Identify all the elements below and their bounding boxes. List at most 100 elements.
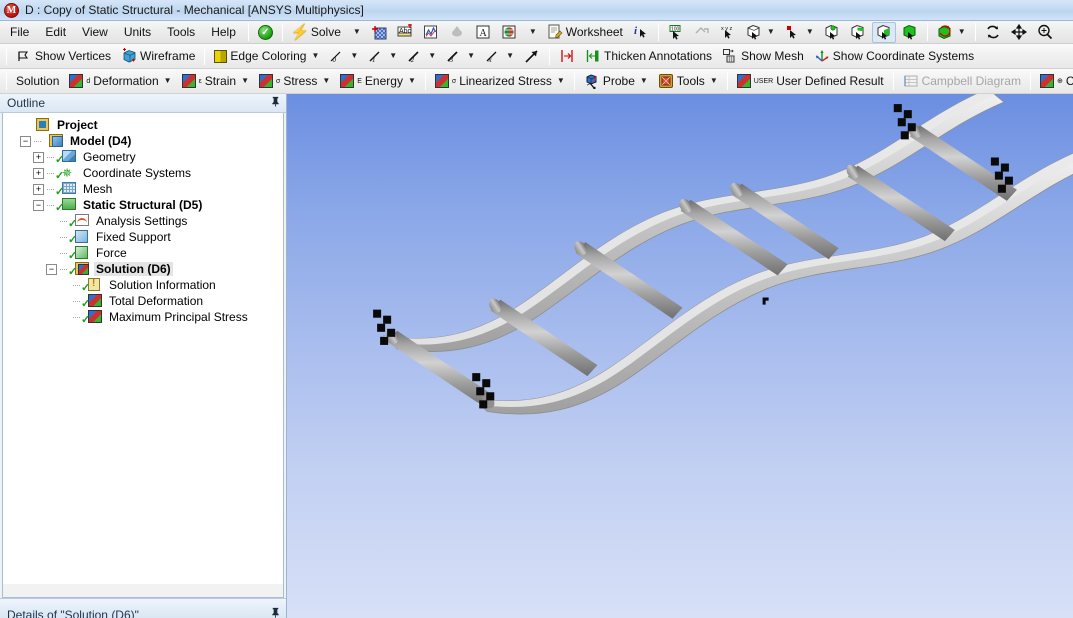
wireframe-button[interactable]: Wireframe bbox=[117, 46, 199, 67]
svg-text:i: i bbox=[634, 25, 638, 37]
new-chart-button[interactable] bbox=[419, 22, 443, 43]
edge-thickness-1-button[interactable]: 1 ▼ bbox=[364, 46, 401, 67]
edge-thickness-2-button[interactable]: 2 ▼ bbox=[403, 46, 440, 67]
edge-coloring-button[interactable]: Edge Coloring ▼ bbox=[210, 46, 323, 67]
tree-item-analysis-settings[interactable]: ···· ✓ Analysis Settings bbox=[3, 213, 283, 230]
tree-collapse-toggle[interactable]: − bbox=[20, 135, 31, 147]
coordinate-systems-icon: ✵ bbox=[62, 166, 78, 180]
result-icon bbox=[88, 310, 104, 324]
linearized-subscript: σ bbox=[451, 77, 457, 85]
image-capture-button[interactable] bbox=[497, 22, 521, 43]
select-by-id-button[interactable]: 100 bbox=[664, 22, 688, 43]
outline-title: Outline bbox=[7, 96, 46, 110]
probe-button[interactable]: Probe ▼ bbox=[580, 71, 652, 92]
tools-button[interactable]: Tools ▼ bbox=[654, 71, 722, 92]
show-mesh-label: Show Mesh bbox=[741, 49, 804, 63]
tree-item-solution-information[interactable]: ····✓ Solution Information bbox=[3, 277, 283, 294]
tree-item-label: Coordinate Systems bbox=[83, 166, 192, 180]
show-coordinate-systems-button[interactable]: Show Coordinate Systems bbox=[810, 46, 978, 67]
image-dropdown[interactable]: ▼ bbox=[523, 22, 541, 43]
outline-horizontal-scrollbar[interactable] bbox=[2, 584, 284, 598]
strain-button[interactable]: ε Strain ▼ bbox=[178, 71, 253, 92]
coordinate-systems-result-icon bbox=[1039, 74, 1054, 88]
tree-expand-toggle[interactable]: + bbox=[33, 167, 44, 179]
edge-thickness-3-button[interactable]: 3 ▼ bbox=[442, 46, 479, 67]
new-annotation-button[interactable]: A bbox=[471, 22, 495, 43]
tree-collapse-toggle[interactable]: − bbox=[46, 263, 57, 275]
user-defined-result-button[interactable]: USER User Defined Result bbox=[733, 71, 888, 92]
select-all-body-button[interactable] bbox=[898, 22, 922, 43]
solve-dropdown[interactable]: ▼ bbox=[347, 22, 365, 43]
energy-button[interactable]: E Energy ▼ bbox=[336, 71, 420, 92]
coordinate-systems-result-label: Coo bbox=[1066, 75, 1073, 87]
linearized-stress-icon bbox=[434, 74, 449, 88]
tree-expand-toggle[interactable]: + bbox=[33, 151, 44, 163]
menu-help[interactable]: Help bbox=[203, 23, 244, 41]
new-comment-button[interactable]: Abc bbox=[393, 22, 417, 43]
tree-item-fixed-support[interactable]: ···· ✓ Fixed Support bbox=[3, 229, 283, 246]
tree-item-mesh[interactable]: + ···· ✓ Mesh bbox=[3, 181, 283, 198]
select-mode-button[interactable]: ▼ bbox=[742, 22, 779, 43]
menu-units[interactable]: Units bbox=[116, 23, 159, 41]
analysis-settings-icon bbox=[75, 214, 91, 228]
result-icon bbox=[88, 294, 104, 308]
select-body-button[interactable] bbox=[871, 21, 896, 43]
solve-label: Solve bbox=[310, 25, 341, 39]
solution-icon-glyph bbox=[75, 262, 89, 275]
menu-file[interactable]: File bbox=[2, 23, 37, 41]
rotate-view-button[interactable]: ▼ bbox=[933, 22, 970, 43]
tree-item-project[interactable]: Project bbox=[3, 117, 283, 133]
tree-item-coordinate-systems[interactable]: + ···· ✓ ✵ Coordinate Systems bbox=[3, 165, 283, 182]
coo-subscript: ⊕ bbox=[1056, 78, 1063, 85]
solution-information-icon bbox=[88, 278, 104, 292]
menu-tools[interactable]: Tools bbox=[159, 23, 203, 41]
tree-item-maximum-principal-stress[interactable]: ···· ✓ Maximum Principal Stress bbox=[3, 309, 283, 326]
coordinate-systems-result-button[interactable]: ⊕ Coo bbox=[1036, 71, 1073, 92]
tree-collapse-toggle[interactable]: − bbox=[33, 199, 44, 211]
menu-view[interactable]: View bbox=[74, 23, 116, 41]
edge-thickness-3-icon: 3 bbox=[446, 48, 462, 64]
tree-expand-toggle[interactable]: + bbox=[33, 183, 44, 195]
menu-edit[interactable]: Edit bbox=[37, 23, 74, 41]
outline-tree-container[interactable]: Project − ···· Model (D4) + ···· ✓ Geometry + ···… bbox=[2, 113, 284, 584]
select-coordinates-button[interactable]: x y z bbox=[716, 22, 740, 43]
solve-button[interactable]: ⚡ Solve bbox=[288, 22, 345, 43]
tree-item-solution-d6[interactable]: − ···· ✓ Solution (D6) bbox=[3, 261, 283, 278]
edge-thickness-x-button[interactable]: x ▼ bbox=[481, 46, 518, 67]
thicken-annotations-button[interactable]: Thicken Annotations bbox=[581, 46, 716, 67]
outline-pin-button[interactable] bbox=[270, 96, 281, 110]
show-vertices-button[interactable]: Show Vertices bbox=[12, 46, 115, 67]
tree-item-label: Solution (D6) bbox=[94, 262, 173, 276]
solution-toolbar-label: Solution bbox=[16, 74, 60, 88]
graphics-viewport[interactable] bbox=[287, 94, 1073, 618]
tree-connector: ···· bbox=[59, 248, 68, 258]
tree-item-model-d4[interactable]: − ···· Model (D4) bbox=[3, 133, 283, 149]
linearized-stress-button[interactable]: σ Linearized Stress ▼ bbox=[431, 71, 569, 92]
validate-button[interactable]: ✓ bbox=[254, 22, 277, 43]
tree-item-static-structural-d5[interactable]: − ···· ✓ Static Structural (D5) bbox=[3, 197, 283, 214]
figure-icon bbox=[449, 24, 465, 40]
select-face-button[interactable] bbox=[846, 22, 870, 43]
thin-annotations-button[interactable] bbox=[555, 46, 579, 67]
tree-connector: ···· bbox=[59, 216, 68, 226]
new-section-plane-button[interactable] bbox=[367, 22, 391, 43]
select-edge-button[interactable] bbox=[820, 22, 844, 43]
stress-button[interactable]: σ Stress ▼ bbox=[255, 71, 334, 92]
info-select-button[interactable]: i bbox=[629, 22, 653, 43]
show-mesh-button[interactable]: Show Mesh bbox=[718, 46, 808, 67]
deformation-button[interactable]: d Deformation ▼ bbox=[65, 71, 175, 92]
tree-item-label: Model (D4) bbox=[70, 134, 132, 148]
select-vertex-button[interactable]: ▼ bbox=[781, 22, 818, 43]
tree-item-geometry[interactable]: + ···· ✓ Geometry bbox=[3, 149, 283, 166]
rotate-button[interactable] bbox=[981, 22, 1005, 43]
tree-status-check-icon: ✓ bbox=[68, 217, 78, 230]
worksheet-button[interactable]: Worksheet bbox=[543, 22, 627, 43]
zoom-to-fit-button[interactable] bbox=[1033, 22, 1057, 43]
edge-direction-button[interactable] bbox=[520, 46, 544, 67]
campbell-diagram-button: Campbell Diagram bbox=[899, 71, 1025, 92]
tree-item-total-deformation[interactable]: ···· ✓ Total Deformation bbox=[3, 293, 283, 310]
tree-item-force[interactable]: ···· ✓ Force bbox=[3, 245, 283, 262]
edge-thickness-0-button[interactable]: 0 ▼ bbox=[325, 46, 362, 67]
details-pin-button[interactable] bbox=[270, 607, 281, 618]
pan-button[interactable] bbox=[1007, 22, 1031, 43]
